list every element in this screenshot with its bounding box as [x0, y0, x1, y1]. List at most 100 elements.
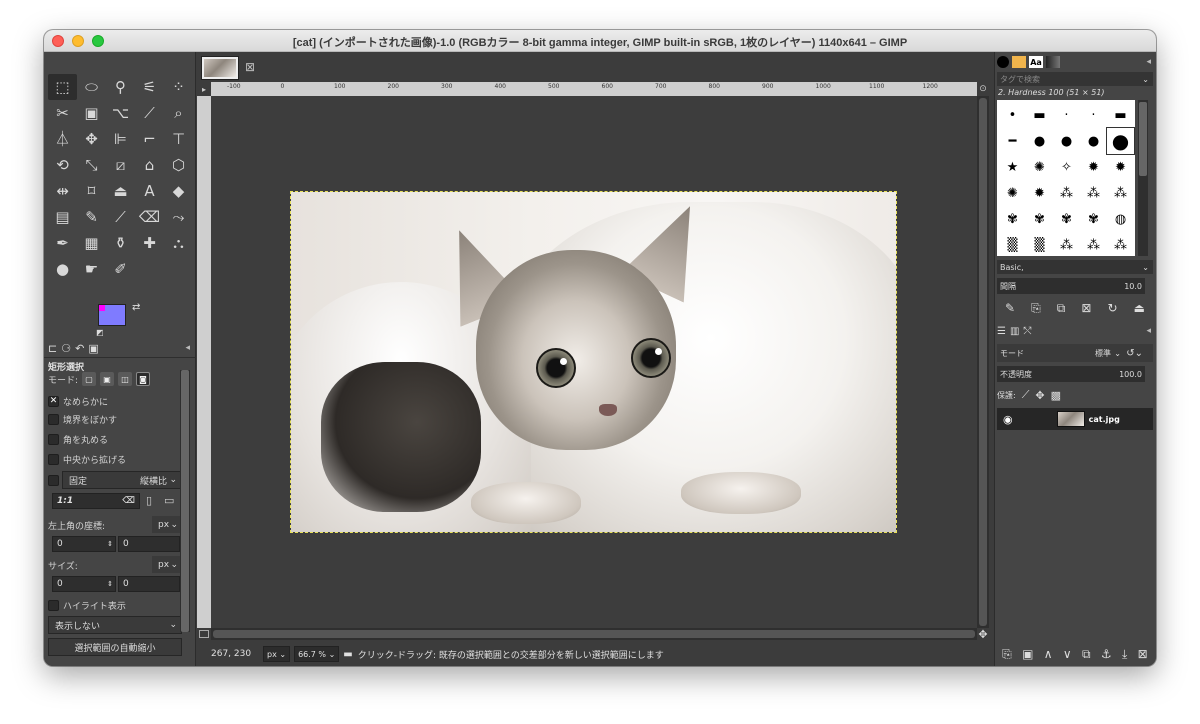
brushes-scrollbar[interactable]	[1138, 100, 1148, 256]
brush-item[interactable]: ✹	[1107, 154, 1134, 180]
rect-select-tool-button[interactable]: ⬚	[48, 74, 77, 100]
tab-menu-icon[interactable]: ◂	[1146, 57, 1151, 67]
new-brush-icon[interactable]: ⎘	[1031, 301, 1041, 316]
smudge-tool-button[interactable]: ☛	[77, 256, 106, 282]
new-layer-group-icon[interactable]: ▣	[1022, 647, 1033, 661]
undo-history-tab-icon[interactable]: ↶	[75, 342, 84, 355]
heal-tool-button[interactable]: ✚	[135, 230, 164, 256]
fuzzy-select-tool-button[interactable]: ⚟	[135, 74, 164, 100]
brush-item[interactable]: ▒	[999, 232, 1026, 258]
auto-shrink-button[interactable]: 選択範囲の自動縮小	[48, 638, 182, 656]
size-w-input[interactable]: 0 ⇕	[52, 576, 116, 592]
mode-replace-button[interactable]: ▢	[82, 372, 97, 386]
paintbrush-tool-button[interactable]: ⟋	[106, 204, 135, 230]
cancel-icon[interactable]: ▬	[343, 649, 352, 660]
edit-brush-icon[interactable]: ✎	[1005, 301, 1015, 315]
expand-center-row[interactable]: 中央から拡げる	[48, 450, 126, 468]
measure-tool-button[interactable]: ⏃	[48, 126, 77, 152]
mypaint-brush-tool-button[interactable]: ▦	[77, 230, 106, 256]
position-y-input[interactable]: 0	[118, 536, 180, 552]
brush-item[interactable]: ·	[1053, 102, 1080, 128]
tab-menu-icon[interactable]: ◂	[185, 343, 190, 353]
fixed-checkbox[interactable]	[48, 474, 59, 486]
brush-item[interactable]: ⁂	[1053, 232, 1080, 258]
color-picker-tool-button[interactable]: ⟋	[135, 100, 164, 126]
position-x-input[interactable]: 0 ⇕	[52, 536, 116, 552]
device-status-tab-icon[interactable]: ⚆	[61, 342, 71, 355]
brush-item[interactable]: ⁂	[1107, 232, 1134, 258]
delete-layer-icon[interactable]: ⊠	[1138, 647, 1148, 661]
antialias-row[interactable]: ✕ なめらかに	[48, 392, 108, 410]
guides-select[interactable]: 表示しない ⌄	[48, 616, 182, 634]
brush-item[interactable]: ✾	[1026, 206, 1053, 232]
navigate-icon[interactable]: ✥	[977, 628, 989, 641]
zoom-tool-button[interactable]: ⌕	[164, 100, 193, 126]
scrollbar-thumb[interactable]	[181, 370, 189, 632]
duplicate-layer-icon[interactable]: ⧉	[1082, 647, 1091, 662]
lock-alpha-icon[interactable]: ▩	[1051, 389, 1061, 402]
paths-tab-icon[interactable]: ⤲	[1023, 326, 1031, 337]
duplicate-brush-icon[interactable]: ⧉	[1057, 301, 1066, 316]
canvas-vertical-scrollbar[interactable]	[977, 96, 989, 628]
ratio-input[interactable]: 1:1 ⌫	[52, 493, 140, 509]
horizontal-ruler[interactable]: -100 0 100 200 300 400 500 600 700 800 900 1000 1100…	[211, 82, 981, 96]
image-tab-cat[interactable]	[201, 56, 239, 80]
anchor-layer-icon[interactable]: ⚓	[1101, 647, 1112, 661]
chevron-down-icon[interactable]: ⌄	[1142, 75, 1149, 84]
foreground-color-swatch[interactable]	[98, 304, 126, 326]
eraser-tool-button[interactable]: ⌫	[135, 204, 164, 230]
clear-icon[interactable]: ⌫	[122, 496, 135, 506]
spin-icon[interactable]: ⇕	[107, 540, 113, 548]
opacity-slider[interactable]: 不透明度 100.0	[997, 366, 1145, 382]
tool-options-scrollbar[interactable]	[180, 370, 190, 632]
vertical-ruler[interactable]	[197, 96, 211, 628]
layer-mode-row[interactable]: モード 標準 ⌄ ↺⌄	[997, 344, 1153, 362]
landscape-icon[interactable]: ▭	[164, 494, 174, 507]
perspective-clone-tool-button[interactable]: ⛬	[164, 230, 193, 256]
spacing-slider[interactable]: 間隔 10.0	[997, 278, 1145, 294]
highlight-row[interactable]: ハイライト表示	[48, 596, 126, 614]
paths-tool-button[interactable]: ⌥	[106, 100, 135, 126]
brush-item[interactable]: ★	[999, 154, 1026, 180]
brush-item[interactable]: ⁂	[1080, 180, 1107, 206]
image-canvas[interactable]	[211, 96, 977, 628]
brush-item[interactable]: ◍	[1107, 206, 1134, 232]
cat-image[interactable]	[290, 191, 897, 533]
brush-item[interactable]: ·	[1080, 102, 1107, 128]
brush-item[interactable]: ✺	[999, 180, 1026, 206]
layer-item[interactable]: ◉ cat.jpg	[997, 408, 1153, 430]
zoom-select[interactable]: 66.7 % ⌄	[294, 646, 340, 662]
text-tool-button[interactable]: A	[135, 178, 164, 204]
fixed-mode-select[interactable]: 固定 縦横比 ⌄	[62, 471, 182, 489]
select-by-color-tool-button[interactable]: ⁘	[164, 74, 193, 100]
default-colors-icon[interactable]: ◩	[96, 328, 104, 337]
delete-brush-icon[interactable]: ⊠	[1081, 301, 1091, 315]
tag-filter-input[interactable]: タグで検索 ⌄	[997, 72, 1153, 86]
size-h-input[interactable]: 0	[118, 576, 180, 592]
new-layer-icon[interactable]: ⎘	[1002, 647, 1012, 662]
brush-item[interactable]: ━	[999, 128, 1026, 154]
composite-mode-icon[interactable]: ↺⌄	[1126, 348, 1143, 359]
brush-item[interactable]: ✾	[1053, 206, 1080, 232]
rounded-corners-checkbox[interactable]	[48, 433, 59, 445]
brush-item[interactable]: ✾	[999, 206, 1026, 232]
size-unit-select[interactable]: px ⌄	[152, 556, 182, 573]
gradients-tab[interactable]	[1046, 56, 1060, 68]
brush-item[interactable]: ●	[1053, 128, 1080, 154]
pencil-tool-button[interactable]: ✎	[77, 204, 106, 230]
layers-tab-icon[interactable]: ☰	[997, 326, 1006, 337]
lock-position-icon[interactable]: ✥	[1035, 389, 1044, 402]
warp-transform-tool-button[interactable]: ⏏	[106, 178, 135, 204]
swap-colors-icon[interactable]: ⇄	[132, 302, 140, 313]
mode-add-button[interactable]: ▣	[100, 372, 115, 386]
brush-item[interactable]: ✺	[1026, 154, 1053, 180]
unified-transform-tool-button[interactable]: ⊤	[164, 126, 193, 152]
position-unit-select[interactable]: px ⌄	[152, 516, 182, 533]
brush-item[interactable]: ▬	[1026, 102, 1053, 128]
scissors-select-tool-button[interactable]: ✂	[48, 100, 77, 126]
airbrush-tool-button[interactable]: ⤳	[164, 204, 193, 230]
expand-center-checkbox[interactable]	[48, 453, 59, 465]
3d-transform-tool-button[interactable]: ⬡	[164, 152, 193, 178]
flip-tool-button[interactable]: ⇹	[48, 178, 77, 204]
scale-tool-button[interactable]: ⤡	[77, 152, 106, 178]
